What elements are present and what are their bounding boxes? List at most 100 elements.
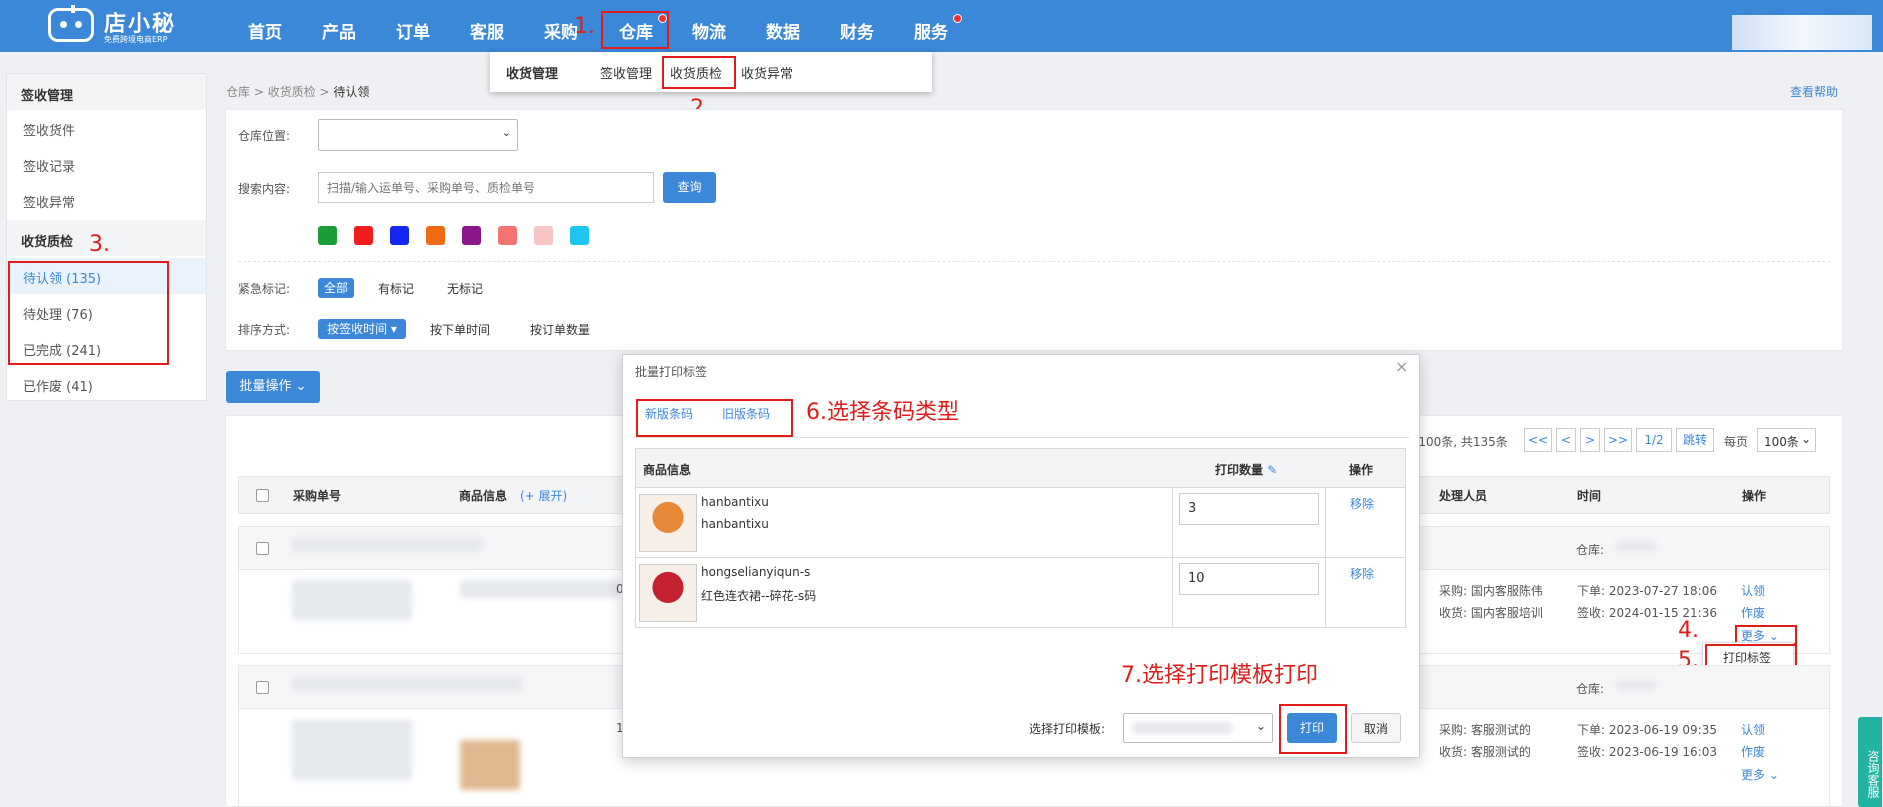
color-flag-green[interactable] [318,226,337,245]
per-page-select[interactable]: 100条 ⌄ [1757,428,1816,452]
consult-service-tab[interactable]: 咨询客服 [1858,717,1882,807]
void-link[interactable]: 作废 [1741,604,1765,621]
edit-icon[interactable]: ✎ [1267,463,1277,477]
sidebar-item-voided[interactable]: 已作废 (41) [7,366,206,402]
void-link[interactable]: 作废 [1741,743,1765,760]
color-flag-blue[interactable] [390,226,409,245]
color-flag-salmon[interactable] [498,226,517,245]
template-label: 选择打印模板: [1029,722,1106,736]
select-all-checkbox[interactable] [256,489,269,502]
modal-col-qty: 打印数量 ✎ [1215,463,1278,477]
page-jump-button[interactable]: 跳转 [1676,428,1714,452]
nav-products[interactable]: 产品 [322,18,356,43]
nav-home[interactable]: 首页 [248,18,282,43]
sidebar-section-sign: 签收管理 [7,74,206,110]
sort-by-sign-time[interactable]: 按签收时间 ▾ [318,319,406,339]
page-indicator[interactable]: 1/2 [1636,428,1672,452]
color-flag-red[interactable] [354,226,373,245]
blurred-product [460,580,620,598]
highlight-print-button [1279,704,1347,754]
col-actions: 操作 [1742,489,1767,503]
batch-operation-button[interactable]: 批量操作 ⌄ [226,371,320,403]
modal-close-icon[interactable]: × [1395,357,1408,376]
sort-by-order-time[interactable]: 按下单时间 [430,321,490,338]
row-receiver: 收货: 国内客服培训 [1439,606,1543,620]
blurred-product-image [460,740,520,790]
row-checkbox[interactable] [256,681,269,694]
app-logo[interactable]: 店小秘 免费跨境电商ERP [48,5,178,46]
chevron-down-icon: ⌄ [295,379,307,394]
menu-receiving-title: 收货管理 [506,67,559,82]
page-next-button[interactable]: > [1580,428,1600,452]
nav-service[interactable]: 服务 [914,18,948,43]
template-select[interactable]: ⌄ [1123,713,1273,743]
row-order-time: 下单: 2023-07-27 18:06 [1577,584,1717,598]
print-qty-input[interactable]: 10 [1179,563,1319,595]
row-sign-time: 签收: 2023-06-19 16:03 [1577,745,1717,759]
urgent-marked[interactable]: 有标记 [378,280,414,297]
col-time: 时间 [1577,489,1602,503]
page-first-button[interactable]: << [1524,428,1552,452]
chevron-down-icon: ⌄ [1768,768,1779,782]
nav-purchase[interactable]: 采购 [544,18,578,43]
product-name: 红色连衣裙--碎花-s码 [701,589,817,603]
help-link[interactable]: 查看帮助 [1790,83,1838,100]
warehouse-label: 仓库位置: [238,129,291,143]
breadcrumb-inspection[interactable]: 收货质检 [268,85,316,99]
menu-receiving-exception[interactable]: 收货异常 [741,63,793,82]
cancel-button[interactable]: 取消 [1351,713,1401,743]
product-thumbnail [639,564,697,622]
remove-link[interactable]: 移除 [1350,565,1374,582]
modal-table-header [635,448,1406,488]
modal-col-actions: 操作 [1349,463,1374,477]
col-divider [1325,488,1326,558]
search-input[interactable] [318,172,654,203]
chevron-down-icon: ⌄ [1255,719,1266,733]
row-buyer: 采购: 国内客服陈伟 [1439,584,1543,598]
highlight-warehouse-nav [601,11,669,49]
blurred-warehouse [1616,541,1656,551]
service-notice-dot [953,14,962,23]
annotation-1: 1. [574,14,595,39]
user-account-box[interactable] [1732,15,1872,50]
sidebar-item-sign-records[interactable]: 签收记录 [7,146,206,182]
nav-finance[interactable]: 财务 [840,18,874,43]
nav-logistics[interactable]: 物流 [692,18,726,43]
urgent-unmarked[interactable]: 无标记 [447,280,483,297]
nav-customer-service[interactable]: 客服 [470,18,504,43]
color-flag-purple[interactable] [462,226,481,245]
sidebar-item-sign-exceptions[interactable]: 签收异常 [7,182,206,218]
col-divider [1325,558,1326,628]
urgent-all[interactable]: 全部 [318,278,354,298]
color-flag-pink[interactable] [534,226,553,245]
color-flag-cyan[interactable] [570,226,589,245]
row-checkbox[interactable] [256,542,269,555]
search-button[interactable]: 查询 [663,172,716,203]
breadcrumb-warehouse[interactable]: 仓库 [226,85,250,99]
blurred-product [292,580,412,620]
print-qty-input[interactable]: 3 [1179,493,1319,525]
nav-orders[interactable]: 订单 [396,18,430,43]
claim-link[interactable]: 认领 [1741,721,1765,738]
claim-link[interactable]: 认领 [1741,582,1765,599]
expand-link[interactable]: (+ 展开) [520,487,567,504]
page-prev-button[interactable]: < [1556,428,1576,452]
menu-sign-management[interactable]: 签收管理 [600,63,652,82]
sort-by-quantity[interactable]: 按订单数量 [530,321,590,338]
warehouse-select[interactable]: ⌄ [318,119,518,151]
more-link[interactable]: 更多 ⌄ [1741,766,1779,783]
color-flag-orange[interactable] [426,226,445,245]
per-page-label: 每页 [1724,435,1749,449]
col-handler: 处理人员 [1439,489,1488,503]
product-sku: hongselianyiqun-s [701,565,811,579]
search-label: 搜索内容: [238,182,291,196]
product-thumbnail [639,494,697,552]
robot-logo-icon [48,5,94,42]
remove-link[interactable]: 移除 [1350,495,1374,512]
pagination-range: -100条, 共135条 [1414,435,1508,449]
row-receiver: 收货: 客服测试的 [1439,745,1531,759]
row-order-time: 下单: 2023-06-19 09:35 [1577,723,1717,737]
nav-data[interactable]: 数据 [766,18,800,43]
sidebar-item-sign-shipments[interactable]: 签收货件 [7,110,206,146]
page-last-button[interactable]: >> [1604,428,1632,452]
